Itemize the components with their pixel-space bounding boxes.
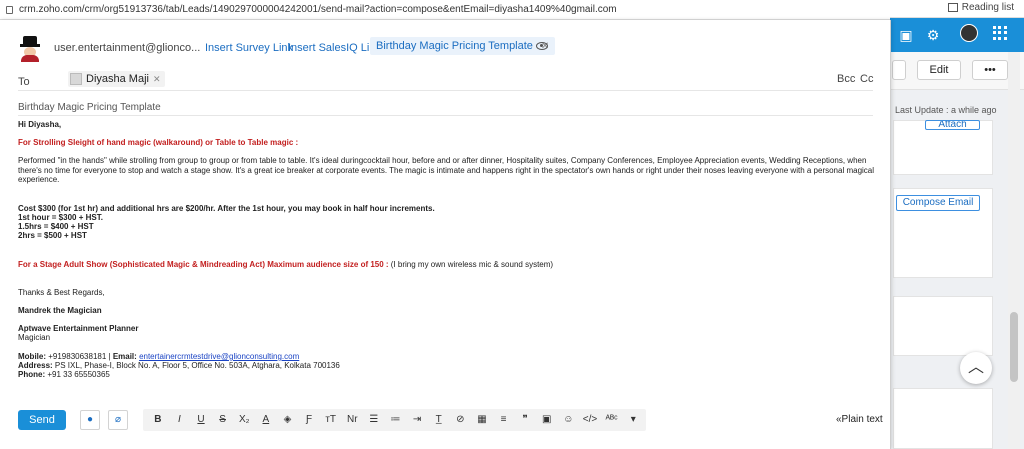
body-regards: Thanks & Best Regards, (18, 288, 105, 297)
related-card (893, 296, 993, 356)
reading-list[interactable]: Reading list (947, 2, 1014, 13)
body-heading-stage: For a Stage Adult Show (Sophisticated Ma… (18, 260, 878, 270)
insert-salesiq-link[interactable]: Insert SalesIQ Link (288, 42, 381, 54)
font-size-icon[interactable]: ᴛT (322, 411, 340, 429)
clear-format-icon[interactable]: T̲ (430, 411, 448, 429)
apps-grid-icon[interactable] (993, 26, 1007, 40)
body-greeting: Hi Diyasha, (18, 120, 62, 129)
signature-email-link[interactable]: entertainercrmtestdrive@glionconsulting.… (139, 352, 299, 361)
calendar-icon[interactable]: ▣ (897, 26, 915, 44)
signature-name: Mandrek the Magician (18, 306, 102, 315)
body-price-3: 2hrs = $500 + HST (18, 231, 87, 240)
browser-topbar-right: Reading list (890, 0, 1024, 18)
link-icon[interactable]: ⊘ (452, 411, 470, 429)
edit-button[interactable]: Edit (917, 60, 961, 80)
preview-eye-icon[interactable] (536, 42, 548, 50)
subject-field[interactable]: Birthday Magic Pricing Template (18, 102, 161, 113)
table-icon[interactable]: ▦ (473, 411, 491, 429)
italic-icon[interactable]: I (171, 411, 189, 429)
signature-role: Magician (18, 333, 51, 342)
image-icon[interactable]: ▣ (538, 411, 556, 429)
phone-label: Phone: (18, 370, 46, 379)
recipient-chip[interactable]: Diyasha Maji ✕ (68, 71, 165, 87)
horizontal-rule-icon[interactable]: ≡ (495, 411, 513, 429)
underline-icon[interactable]: U (192, 411, 210, 429)
mobile-value: +919830638181 | (46, 352, 113, 361)
user-avatar[interactable] (960, 24, 978, 42)
email-label: Email: (112, 352, 137, 361)
font-color-icon[interactable]: A (257, 411, 275, 429)
mobile-label: Mobile: (18, 352, 46, 361)
signature-phone: Phone: +91 33 65550365 (18, 370, 878, 380)
stage-heading-note: (I bring my own wireless mic & sound sys… (388, 260, 554, 269)
attachment-icon[interactable]: ⌀ (108, 410, 128, 430)
recipient-avatar-icon (70, 73, 82, 85)
template-chip[interactable]: Birthday Magic Pricing Template ✕ (370, 37, 556, 55)
insert-survey-link[interactable]: Insert Survey Link (205, 42, 293, 54)
bold-icon[interactable]: B (149, 411, 167, 429)
highlight-icon[interactable]: ◈ (279, 411, 297, 429)
reading-list-label: Reading list (961, 2, 1014, 13)
address-value: PS IXL, Phase-I, Block No. A, Floor 5, O… (52, 361, 340, 370)
from-email-select[interactable]: user.entertainment@glionco... (54, 42, 200, 54)
emoji-icon[interactable]: ☺ (560, 411, 578, 429)
scroll-to-top-button[interactable]: ︿ (960, 352, 992, 384)
body-heading-strolling: For Strolling Sleight of hand magic (wal… (18, 138, 299, 147)
to-label: To (18, 76, 30, 88)
attach-button[interactable]: Attach (925, 120, 980, 130)
font-family-icon[interactable]: Ƒ (300, 411, 318, 429)
compose-email-window: user.entertainment@glionco... Insert Sur… (0, 20, 891, 449)
address-label: Address: (18, 361, 53, 370)
to-divider (18, 90, 873, 91)
send-button[interactable]: Send (18, 410, 66, 430)
scrollbar-thumb[interactable] (1010, 312, 1018, 382)
strikethrough-icon[interactable]: S (214, 411, 232, 429)
plain-text-toggle[interactable]: «Plain text (836, 414, 883, 425)
bcc-link[interactable]: Bcc (837, 73, 855, 85)
align-icon[interactable]: ☰ (365, 411, 383, 429)
subject-divider (18, 115, 873, 116)
spellcheck-icon[interactable]: ᴬᴮᶜ (603, 411, 621, 429)
quote-icon[interactable]: ❞ (516, 411, 534, 429)
gear-icon[interactable]: ⚙ (924, 26, 942, 44)
recipient-remove-icon[interactable]: ✕ (153, 74, 161, 84)
recipient-name: Diyasha Maji (86, 73, 149, 85)
related-card-2 (893, 388, 993, 449)
url-text: crm.zoho.com/crm/org51913736/tab/Leads/1… (19, 4, 617, 15)
paragraph-format-icon[interactable]: Nr (343, 411, 361, 429)
lock-icon (6, 5, 13, 14)
indent-icon[interactable]: ⇥ (408, 411, 426, 429)
code-icon[interactable]: </> (581, 411, 599, 429)
stage-heading-text: For a Stage Adult Show (Sophisticated Ma… (18, 260, 389, 269)
from-row: user.entertainment@glionco... Insert Sur… (0, 34, 890, 62)
address-bar[interactable]: crm.zoho.com/crm/org51913736/tab/Leads/1… (0, 0, 890, 20)
schedule-icon[interactable]: ● (80, 410, 100, 430)
more-options-icon[interactable]: ▾ (624, 411, 642, 429)
compose-email-button[interactable]: Compose Email (896, 195, 980, 211)
formatting-toolbar: B I U S X₂ A ◈ Ƒ ᴛT Nr ☰ ≔ ⇥ T̲ ⊘ ▦ ≡ ❞ … (143, 409, 646, 431)
phone-value: +91 33 65550365 (45, 370, 110, 379)
list-icon[interactable]: ≔ (387, 411, 405, 429)
body-paragraph-strolling: Performed "in the hands" while strolling… (18, 156, 877, 184)
more-button[interactable]: ••• (972, 60, 1008, 80)
cc-link[interactable]: Cc (860, 73, 873, 85)
last-update: Last Update : a while ago (895, 105, 997, 115)
toolbar-partial-button[interactable] (892, 60, 906, 80)
subscript-icon[interactable]: X₂ (235, 411, 253, 429)
template-chip-label: Birthday Magic Pricing Template (376, 40, 533, 52)
page-scrollbar[interactable] (1008, 52, 1020, 449)
reading-list-icon (947, 3, 958, 12)
